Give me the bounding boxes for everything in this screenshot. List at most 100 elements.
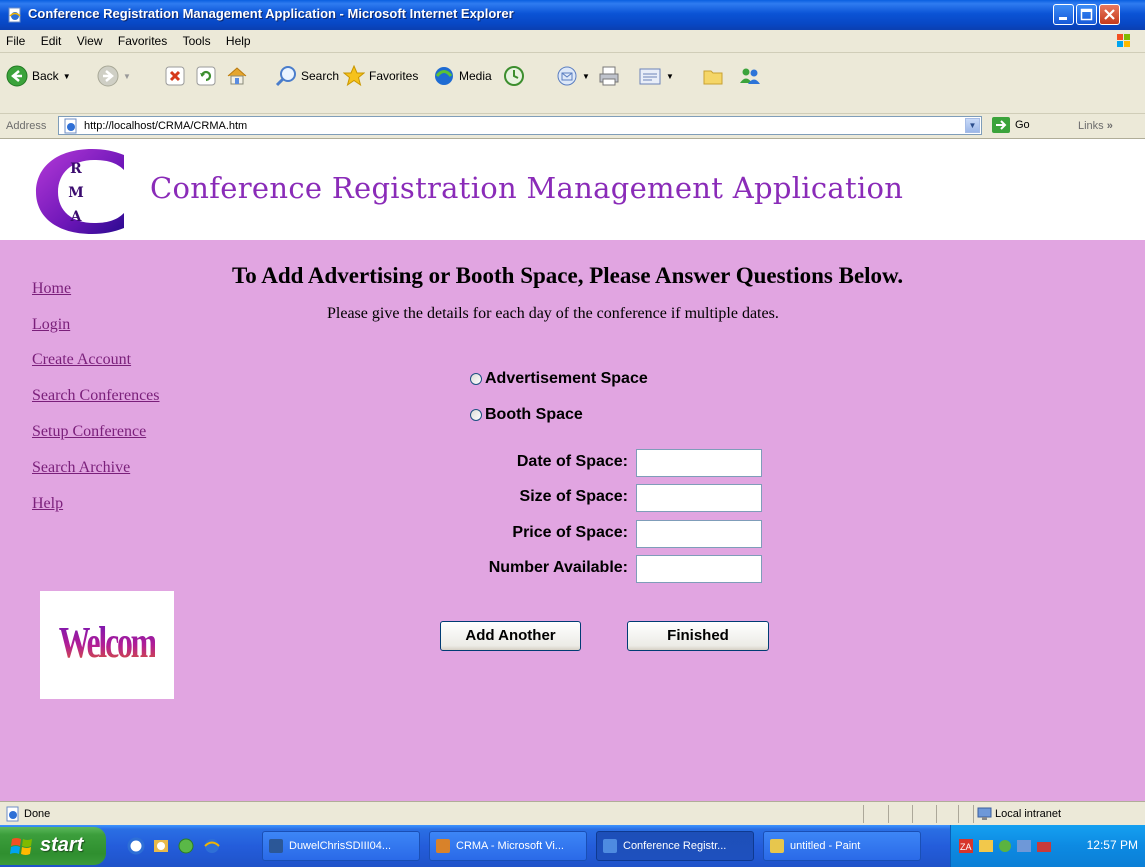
favorites-button[interactable]: Favorites [343,63,418,89]
nav-link-login[interactable]: Login [32,316,70,334]
messenger-button[interactable] [738,63,762,89]
stop-button[interactable] [165,63,185,89]
menu-bar: File Edit View Favorites Tools Help [0,30,1145,53]
page-content: R M A Conference Registration Management… [0,139,1145,801]
print-button[interactable] [598,63,620,89]
forward-arrow-icon [97,65,119,87]
date-of-space-input[interactable] [636,449,762,477]
logo-letter-r: R [70,161,82,177]
maximize-icon [1080,8,1093,21]
number-available-input[interactable] [636,555,762,583]
option-booth-space[interactable]: Booth Space [470,406,583,424]
edit-dropdown-icon[interactable]: ▼ [666,72,674,81]
svg-text:ZA: ZA [960,842,972,852]
ie-icon [603,839,617,853]
option-advertisement-space[interactable]: Advertisement Space [470,370,648,388]
menu-tools[interactable]: Tools [177,30,217,48]
logo-letter-m: M [68,185,84,201]
maximize-button[interactable] [1076,4,1097,25]
go-arrow-icon [992,117,1010,133]
address-dropdown-icon[interactable]: ▼ [965,118,980,133]
taskbar-item-word[interactable]: DuwelChrisSDIII04... [262,831,420,861]
taskbar-item-internet-explorer[interactable]: Conference Registr... [596,831,754,861]
system-tray: ZA 12:57 PM [950,825,1145,867]
price-of-space-label: Price of Space: [512,524,628,541]
minimize-button[interactable] [1053,4,1074,25]
tray-icons[interactable]: ZA [957,837,1067,855]
number-available-label: Number Available: [488,559,628,576]
forward-button[interactable]: ▼ [97,63,131,89]
price-of-space-input[interactable] [636,520,762,548]
search-icon [275,66,296,87]
close-button[interactable] [1099,4,1120,25]
logo-letter-a: A [70,209,83,225]
edit-icon [639,68,661,85]
print-icon [599,66,619,86]
folder-icon [703,70,723,85]
radio-advertisement-space[interactable] [470,373,482,385]
word-icon [269,839,283,853]
page-heading: To Add Advertising or Booth Space, Pleas… [232,263,904,288]
menu-view[interactable]: View [71,30,109,48]
nav-link-search-archive[interactable]: Search Archive [32,459,130,477]
messenger-people-icon [740,68,760,84]
discuss-button[interactable] [702,63,724,89]
menu-help[interactable]: Help [220,30,257,48]
menu-favorites[interactable]: Favorites [112,30,173,48]
minimize-icon [1059,17,1067,20]
nav-link-home[interactable]: Home [32,280,71,298]
mail-button[interactable]: ▼ [556,63,590,89]
welcome-text: Welcome [58,618,169,667]
media-button[interactable]: Media [433,63,492,89]
media-icon [435,67,453,85]
edit-button[interactable]: ▼ [638,63,674,89]
finished-button[interactable]: Finished [627,621,769,651]
size-of-space-input[interactable] [636,484,762,512]
refresh-button[interactable] [196,63,216,89]
windows-logo-icon [1117,34,1130,47]
option-label: Advertisement Space [485,370,648,387]
size-of-space-label: Size of Space: [519,488,628,505]
quick-launch-icons[interactable] [126,837,244,855]
start-button[interactable]: start [0,827,106,865]
status-bar: Done Local intranet [0,801,1145,826]
go-button[interactable]: Go [992,117,1030,133]
taskbar-item-paint[interactable]: untitled - Paint [763,831,921,861]
page-banner: R M A Conference Registration Management… [0,139,1145,240]
forward-dropdown-icon[interactable]: ▼ [123,72,131,81]
address-input[interactable]: http://localhost/CRMA/CRMA.htm ▼ [58,116,982,135]
nav-link-create-account[interactable]: Create Account [32,351,131,369]
date-of-space-label: Date of Space: [516,453,628,470]
taskbar-item-visual-studio[interactable]: CRMA - Microsoft Vi... [429,831,587,861]
visual-studio-icon [436,839,450,853]
nav-link-setup-conference[interactable]: Setup Conference [32,423,146,441]
back-button[interactable]: Back ▼ [6,63,71,89]
menu-edit[interactable]: Edit [35,30,68,48]
page-subheading: Please give the details for each day of … [327,305,779,322]
mail-dropdown-icon[interactable]: ▼ [582,72,590,81]
refresh-icon [196,66,216,86]
history-button[interactable] [503,63,525,89]
address-bar: Address http://localhost/CRMA/CRMA.htm ▼… [0,114,1145,139]
option-label: Booth Space [485,406,583,423]
search-button[interactable]: Search [275,63,339,89]
ie-page-icon [8,7,21,23]
window-title: Conference Registration Management Appli… [28,6,514,21]
toolbar: Back ▼ ▼ Search Favorites Media ▼ ▼ [0,53,1145,114]
window-title-bar[interactable]: Conference Registration Management Appli… [0,0,1145,30]
nav-link-search-conferences[interactable]: Search Conferences [32,387,160,405]
ie-page-icon [6,806,19,822]
windows-flag-icon [10,838,32,855]
radio-booth-space[interactable] [470,409,482,421]
menu-file[interactable]: File [0,30,31,48]
welcome-image: Welcome [40,591,174,699]
paint-icon [770,839,784,853]
nav-link-help[interactable]: Help [32,495,63,513]
links-button[interactable]: Links » [1078,120,1113,132]
home-icon [227,67,247,85]
favorites-star-icon [343,65,365,87]
home-button[interactable] [226,63,248,89]
back-dropdown-icon[interactable]: ▼ [63,72,71,81]
clock: 12:57 PM [1086,838,1138,852]
add-another-button[interactable]: Add Another [440,621,581,651]
